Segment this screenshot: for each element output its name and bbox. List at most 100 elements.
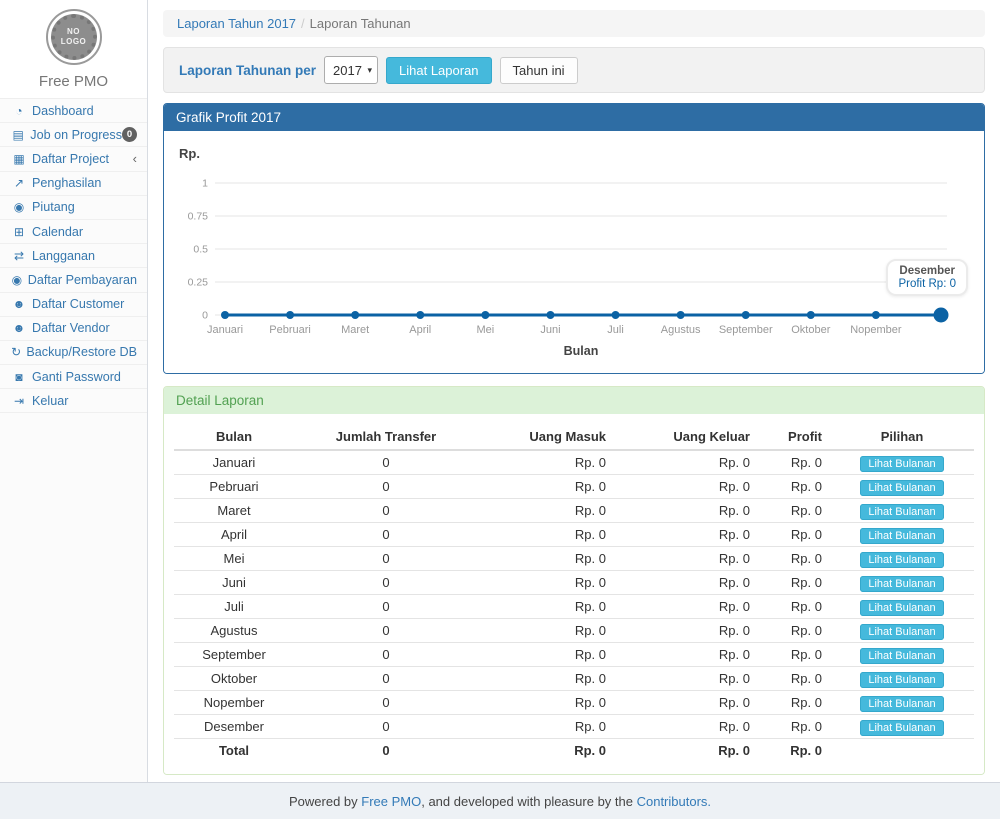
table-row: Maret0Rp. 0Rp. 0Rp. 0Lihat Bulanan xyxy=(174,499,974,523)
lihat-bulanan-button[interactable]: Lihat Bulanan xyxy=(860,648,943,664)
svg-text:0: 0 xyxy=(202,310,208,322)
sidebar-item-backup-restore-db[interactable]: ↻Backup/Restore DB xyxy=(0,341,147,365)
sidebar-item-daftar-customer[interactable]: ☻Daftar Customer xyxy=(0,293,147,317)
cell: Agustus xyxy=(174,619,294,643)
cell: Rp. 0 xyxy=(614,523,758,547)
total-row: Total0Rp. 0Rp. 0Rp. 0 xyxy=(174,739,974,763)
footer: Powered by Free PMO, and developed with … xyxy=(0,782,1000,819)
cell: Rp. 0 xyxy=(758,691,830,715)
cell: 0 xyxy=(294,715,478,739)
lihat-bulanan-button[interactable]: Lihat Bulanan xyxy=(860,672,943,688)
cell: Rp. 0 xyxy=(614,499,758,523)
lihat-bulanan-button[interactable]: Lihat Bulanan xyxy=(860,576,943,592)
cell: Rp. 0 xyxy=(614,595,758,619)
total-cell: Rp. 0 xyxy=(614,739,758,763)
sidebar-item-ganti-password[interactable]: ◙Ganti Password xyxy=(0,365,147,389)
table-row: Nopember0Rp. 0Rp. 0Rp. 0Lihat Bulanan xyxy=(174,691,974,715)
year-select-value: 2017 xyxy=(333,63,362,78)
lihat-bulanan-button[interactable]: Lihat Bulanan xyxy=(860,504,943,520)
sidebar-item-calendar[interactable]: ⊞Calendar xyxy=(0,220,147,244)
sidebar-item-daftar-vendor[interactable]: ☻Daftar Vendor xyxy=(0,317,147,341)
lihat-bulanan-button[interactable]: Lihat Bulanan xyxy=(860,552,943,568)
money-icon: ◉ xyxy=(11,273,23,287)
cell: Rp. 0 xyxy=(614,691,758,715)
sidebar-item-penghasilan[interactable]: ↗Penghasilan xyxy=(0,172,147,196)
chart-tooltip: Desember Profit Rp: 0 xyxy=(886,259,968,296)
lihat-bulanan-button[interactable]: Lihat Bulanan xyxy=(860,600,943,616)
laporan-table: Bulan Jumlah Transfer Uang Masuk Uang Ke… xyxy=(174,424,974,762)
sidebar-item-label: Daftar Customer xyxy=(32,297,124,311)
sidebar-item-label: Penghasilan xyxy=(32,176,101,190)
cell: 0 xyxy=(294,547,478,571)
lihat-bulanan-button[interactable]: Lihat Bulanan xyxy=(860,528,943,544)
table-row: September0Rp. 0Rp. 0Rp. 0Lihat Bulanan xyxy=(174,643,974,667)
sidebar-item-daftar-pembayaran[interactable]: ◉Daftar Pembayaran xyxy=(0,268,147,292)
lihat-bulanan-button[interactable]: Lihat Bulanan xyxy=(860,720,943,736)
lihat-bulanan-button[interactable]: Lihat Bulanan xyxy=(860,456,943,472)
report-filter-panel: Laporan Tahunan per 2017 ▾ Lihat Laporan… xyxy=(163,47,985,93)
svg-text:0.25: 0.25 xyxy=(188,277,209,289)
sidebar-item-daftar-project[interactable]: ▦Daftar Project‹ xyxy=(0,147,147,171)
cell: 0 xyxy=(294,523,478,547)
svg-text:0.5: 0.5 xyxy=(193,244,208,256)
cell: 0 xyxy=(294,499,478,523)
svg-text:Juli: Juli xyxy=(607,324,624,336)
svg-text:Januari: Januari xyxy=(207,324,243,336)
cell: Rp. 0 xyxy=(478,450,614,475)
cell: Rp. 0 xyxy=(614,643,758,667)
year-select[interactable]: 2017 ▾ xyxy=(324,56,378,84)
sidebar-item-label: Keluar xyxy=(32,394,68,408)
cell: Rp. 0 xyxy=(614,547,758,571)
caret-down-icon: ▾ xyxy=(367,65,372,76)
table-row: Juni0Rp. 0Rp. 0Rp. 0Lihat Bulanan xyxy=(174,571,974,595)
cell: 0 xyxy=(294,450,478,475)
laporan-table-head: Bulan Jumlah Transfer Uang Masuk Uang Ke… xyxy=(174,424,974,450)
laporan-table-rows: Januari0Rp. 0Rp. 0Rp. 0Lihat BulananPebr… xyxy=(174,450,974,762)
cell: Juni xyxy=(174,571,294,595)
lihat-laporan-button[interactable]: Lihat Laporan xyxy=(386,57,492,84)
cell: 0 xyxy=(294,667,478,691)
sidebar-item-label: Backup/Restore DB xyxy=(26,345,137,359)
svg-text:Rp.: Rp. xyxy=(179,146,200,161)
cell: September xyxy=(174,643,294,667)
sidebar-item-label: Ganti Password xyxy=(32,370,121,384)
table-row: Pebruari0Rp. 0Rp. 0Rp. 0Lihat Bulanan xyxy=(174,475,974,499)
breadcrumb-link[interactable]: Laporan Tahun 2017 xyxy=(177,16,296,31)
sidebar: NOLOGO Free PMO ◔Dashboard▤Job on Progre… xyxy=(0,0,148,782)
cell: Rp. 0 xyxy=(614,571,758,595)
sidebar-item-label: Daftar Project xyxy=(32,152,109,166)
cell: Rp. 0 xyxy=(758,715,830,739)
free-pmo-link[interactable]: Free PMO xyxy=(361,794,421,809)
svg-text:Mei: Mei xyxy=(476,324,494,336)
tooltip-month: Desember xyxy=(898,265,956,277)
lihat-bulanan-button[interactable]: Lihat Bulanan xyxy=(860,480,943,496)
cell: Januari xyxy=(174,450,294,475)
sidebar-item-keluar[interactable]: ⇥Keluar xyxy=(0,389,147,413)
sidebar-item-langganan[interactable]: ⇄Langganan xyxy=(0,244,147,268)
sidebar-item-job-on-progress[interactable]: ▤Job on Progress0 xyxy=(0,123,147,147)
cell: Rp. 0 xyxy=(758,571,830,595)
tahun-ini-button[interactable]: Tahun ini xyxy=(500,57,578,84)
sidebar-item-label: Dashboard xyxy=(32,104,94,118)
svg-text:Juni: Juni xyxy=(540,324,560,336)
cell: Rp. 0 xyxy=(478,523,614,547)
lihat-bulanan-button[interactable]: Lihat Bulanan xyxy=(860,624,943,640)
cell: Rp. 0 xyxy=(758,547,830,571)
sidebar-item-label: Piutang xyxy=(32,200,75,214)
table-row: Agustus0Rp. 0Rp. 0Rp. 0Lihat Bulanan xyxy=(174,619,974,643)
breadcrumb: Laporan Tahun 2017/Laporan Tahunan xyxy=(163,10,985,37)
cell: Juli xyxy=(174,595,294,619)
users-icon: ☻ xyxy=(11,321,27,335)
contributors-link[interactable]: Contributors. xyxy=(637,794,711,809)
cell: 0 xyxy=(294,595,478,619)
svg-text:Maret: Maret xyxy=(341,324,369,336)
cell: Rp. 0 xyxy=(478,547,614,571)
cell: Rp. 0 xyxy=(478,715,614,739)
svg-text:Bulan: Bulan xyxy=(564,344,599,358)
sidebar-item-dashboard[interactable]: ◔Dashboard xyxy=(0,99,147,123)
total-cell: 0 xyxy=(294,739,478,763)
no-logo-icon: NOLOGO xyxy=(46,9,102,65)
sidebar-item-piutang[interactable]: ◉Piutang xyxy=(0,196,147,220)
cell: Rp. 0 xyxy=(758,643,830,667)
lihat-bulanan-button[interactable]: Lihat Bulanan xyxy=(860,696,943,712)
